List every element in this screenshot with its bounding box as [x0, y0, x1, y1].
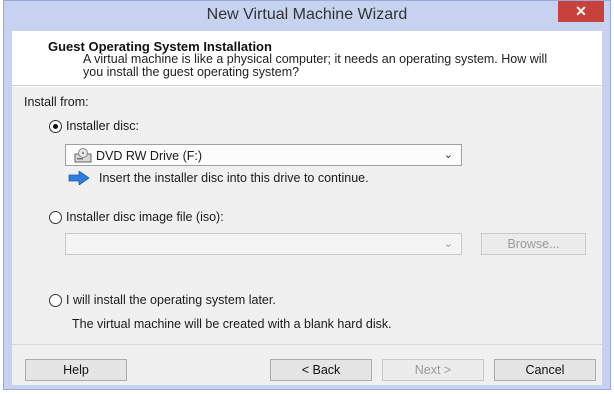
close-button[interactable]: ✕	[558, 1, 604, 22]
page-subtitle: A virtual machine is like a physical com…	[83, 52, 548, 79]
disc-hint-text: Insert the installer disc into this driv…	[99, 171, 369, 185]
install-later-option[interactable]: I will install the operating system late…	[49, 293, 276, 307]
disc-drive-select[interactable]: DVD RW Drive (F:) ⌄	[65, 144, 462, 166]
next-button[interactable]: Next >	[382, 359, 484, 381]
iso-file-radio[interactable]	[49, 210, 62, 224]
help-button[interactable]: Help	[25, 359, 127, 381]
dvd-drive-icon	[74, 148, 92, 163]
wizard-body: Install from: Installer disc: DVD RW Dri…	[12, 87, 602, 344]
installer-disc-label: Installer disc:	[66, 119, 139, 133]
iso-file-label: Installer disc image file (iso):	[66, 210, 224, 224]
cancel-button[interactable]: Cancel	[494, 359, 596, 381]
window-title: New Virtual Machine Wizard	[206, 6, 408, 23]
back-button[interactable]: < Back	[270, 359, 372, 381]
wizard-footer: Help < Back Next > Cancel	[12, 344, 602, 385]
install-later-radio[interactable]	[49, 293, 62, 307]
blank-disk-note: The virtual machine will be created with…	[72, 317, 392, 331]
iso-path-combobox[interactable]: ⌄	[65, 233, 462, 255]
arrow-right-icon	[68, 171, 90, 185]
title-bar[interactable]: New Virtual Machine Wizard ✕	[4, 1, 610, 31]
installer-disc-radio[interactable]	[49, 119, 62, 133]
iso-file-option[interactable]: Installer disc image file (iso):	[49, 210, 224, 224]
chevron-down-icon: ⌄	[443, 149, 453, 161]
wizard-client-area: Guest Operating System Installation A vi…	[12, 31, 602, 385]
disc-drive-value: DVD RW Drive (F:)	[96, 149, 203, 163]
install-from-label: Install from:	[24, 95, 89, 109]
installer-disc-option[interactable]: Installer disc:	[49, 119, 139, 133]
install-later-label: I will install the operating system late…	[66, 293, 276, 307]
chevron-down-icon: ⌄	[443, 238, 453, 250]
disc-hint: Insert the installer disc into this driv…	[68, 171, 369, 185]
wizard-window: New Virtual Machine Wizard ✕ Guest Opera…	[3, 0, 611, 390]
wizard-header: Guest Operating System Installation A vi…	[12, 31, 602, 86]
browse-button[interactable]: Browse...	[481, 233, 586, 255]
